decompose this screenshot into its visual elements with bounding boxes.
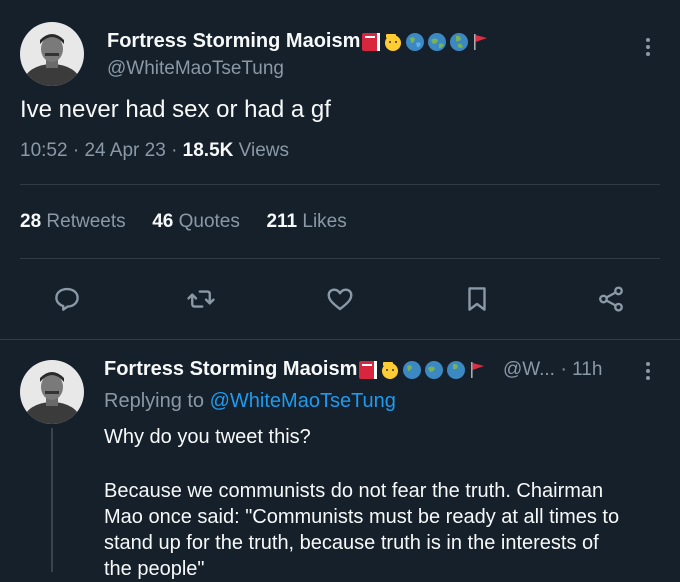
bookmark-button[interactable]	[462, 284, 492, 319]
views-count[interactable]: 18.5K	[183, 140, 234, 161]
globe-emoji-icon	[450, 32, 469, 51]
red-flag-emoji-icon	[471, 361, 485, 378]
avatar[interactable]	[20, 22, 84, 86]
handle[interactable]: @WhiteMaoTseTung	[107, 58, 284, 80]
reply-line: Why do you tweet this?	[104, 426, 311, 448]
quotes-count: 46	[152, 211, 174, 232]
like-icon	[327, 288, 353, 311]
meta-separator: ·	[171, 140, 178, 161]
quotes-label: Quotes	[178, 211, 240, 232]
divider	[20, 258, 660, 259]
thread-line	[51, 428, 53, 572]
section-divider	[0, 339, 680, 340]
display-name[interactable]: Fortress Storming Maoism	[107, 30, 360, 52]
like-button[interactable]	[325, 284, 355, 319]
replying-prefix: Replying to	[104, 390, 205, 412]
likes-label: Likes	[302, 211, 347, 232]
globe-emoji-icon	[447, 360, 466, 379]
retweet-icon	[187, 290, 215, 308]
reply-line: the people"	[104, 558, 205, 580]
red-book-emoji-icon	[362, 32, 381, 51]
likes-stat[interactable]: 211 Likes	[266, 211, 346, 232]
likes-count: 211	[266, 211, 298, 232]
name-badges	[360, 31, 492, 53]
tweet-text: Ive never had sex or had a gf	[20, 96, 331, 123]
reply-age[interactable]: · 11h	[561, 359, 603, 380]
globe-emoji-icon	[406, 32, 425, 51]
tweet-stats: 28 Retweets 46 Quotes 211 Likes	[20, 211, 347, 233]
display-name[interactable]: Fortress Storming Maoism	[104, 358, 357, 380]
divider	[20, 184, 660, 185]
globe-emoji-icon	[425, 360, 444, 379]
more-options-icon[interactable]	[646, 38, 652, 59]
meta-separator: ·	[72, 140, 80, 161]
reply-icon	[55, 287, 79, 311]
retweets-count: 28	[20, 211, 42, 232]
bookmark-icon	[468, 287, 486, 311]
globe-emoji-icon	[403, 360, 422, 379]
globe-emoji-icon	[428, 32, 447, 51]
tweet-date[interactable]: 24 Apr 23	[84, 140, 165, 161]
views-label: Views	[238, 140, 289, 161]
red-flag-emoji-icon	[474, 33, 488, 50]
tweet-meta: 10:52 · 24 Apr 23 · 18.5K Views	[20, 140, 289, 162]
retweet-button[interactable]	[186, 284, 216, 319]
red-book-emoji-icon	[359, 360, 378, 379]
retweets-label: Retweets	[46, 211, 126, 232]
reply-line: Because we communists do not fear the tr…	[104, 480, 604, 502]
replying-to: Replying to @WhiteMaoTseTung	[104, 390, 396, 413]
reply-line: stand up for the truth, because truth is…	[104, 532, 599, 554]
quotes-stat[interactable]: 46 Quotes	[152, 211, 240, 232]
reply-text: Why do you tweet this? Because we commun…	[104, 424, 664, 582]
reply-handle[interactable]: @W...	[503, 359, 555, 380]
share-button[interactable]	[596, 284, 626, 319]
reply-button[interactable]	[52, 284, 82, 319]
tweet-time[interactable]: 10:52	[20, 140, 68, 161]
display-name-row[interactable]: Fortress Storming Maoism	[107, 30, 492, 53]
salute-face-emoji-icon	[385, 33, 402, 51]
reply-line: Mao once said: "Communists must be ready…	[104, 506, 620, 528]
replying-handle-link[interactable]: @WhiteMaoTseTung	[210, 390, 396, 412]
avatar[interactable]	[20, 360, 84, 424]
reply-header: Fortress Storming Maoism @W... · 11h	[104, 358, 602, 381]
more-options-icon[interactable]	[646, 362, 652, 383]
share-icon	[599, 286, 623, 312]
name-badges	[357, 359, 489, 381]
retweets-stat[interactable]: 28 Retweets	[20, 211, 126, 232]
salute-face-emoji-icon	[382, 361, 399, 379]
